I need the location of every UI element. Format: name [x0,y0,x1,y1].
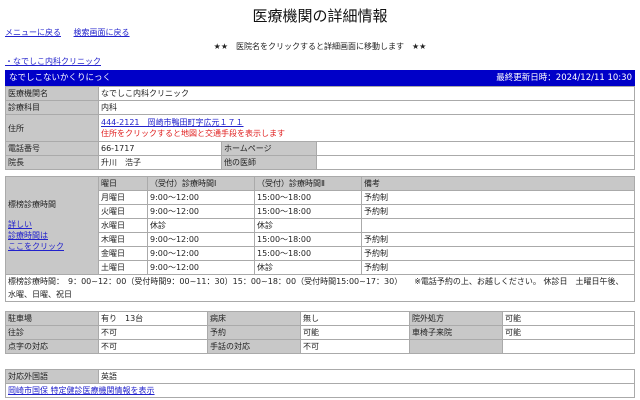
language-value: 英語 [99,370,634,383]
schedule-detail-link[interactable]: 詳しい 診療時間は ここをクリック [8,220,64,251]
day: 土曜日 [99,261,147,274]
facility-label: 駐車場 [6,312,98,325]
schedule-label-cell: 標榜診療時間 詳しい 診療時間は ここをクリック [6,177,98,274]
address-label: 住所 [6,115,98,141]
facility-row: 駐車場 有り 13台 病床 無し 院外処方 可能 [6,312,634,325]
clinic-kana: なでしこないかくりにっく [9,73,112,83]
hours-1: 9:00～12:00 [148,247,254,260]
nav-links: メニューに戻る 検索画面に戻る [5,27,140,38]
schedule-header: 備考 [362,177,634,190]
notice-text: ★★ 医院名をクリックすると詳細画面に移動します ★★ [213,42,427,51]
remarks: 予約制 [362,205,634,218]
info-table: 医療機関名 なでしこ内科クリニック 診療科目 内科 住所 444-2121 岡崎市鴨田… [5,86,635,170]
schedule-header: 曜日 [99,177,147,190]
facility-value [503,340,634,353]
back-to-menu-link[interactable]: メニューに戻る [5,28,61,37]
remarks: 予約制 [362,191,634,204]
schedule-row: 土曜日 9:00～12:00 休診 予約制 [6,261,634,274]
hours-1: 9:00～12:00 [148,191,254,204]
facility-label: 車椅子来院 [410,326,502,339]
schedule-table: 標榜診療時間 詳しい 診療時間は ここをクリック 曜日 （受付）診療時間Ⅰ （受付）… [5,176,635,302]
schedule-row: 水曜日 休診 休診 [6,219,634,232]
director-label: 院長 [6,156,98,169]
address-cell: 444-2121 岡崎市鴨田町字広元１７１ 住所をクリックすると地図と交通手段を表… [99,115,634,141]
other-doctors-value [317,156,634,169]
facility-value: 不可 [301,340,409,353]
hours-2: 15:00～18:00 [255,247,361,260]
facility-label: 院外処方 [410,312,502,325]
facility-label: 点字の対応 [6,340,98,353]
schedule-header: （受付）診療時間Ⅰ [148,177,254,190]
facility-label: 予約 [208,326,300,339]
facility-value: 可能 [503,312,634,325]
facility-value: 可能 [503,326,634,339]
director-value: 升川 浩子 [99,156,221,169]
facilities-table: 駐車場 有り 13台 病床 無し 院外処方 可能 往診 不可 予約 可能 車椅子来院 可能 点字の対… [5,311,635,354]
health-checkup-cell: 岡崎市国保 特定健診医療機関情報を表示 [6,384,634,397]
remarks: 予約制 [362,247,634,260]
page-title: 医療機関の詳細情報 [252,7,388,25]
schedule-row: 月曜日 9:00～12:00 15:00～18:00 予約制 [6,191,634,204]
tel-label: 電話番号 [6,142,98,155]
name-label: 医療機関名 [6,87,98,100]
health-checkup-link[interactable]: 岡崎市国保 特定健診医療機関情報を表示 [8,386,155,395]
facility-value: 不可 [99,326,207,339]
day: 木曜日 [99,233,147,246]
facility-value: 無し [301,312,409,325]
schedule-row: 木曜日 9:00～12:00 15:00～18:00 予約制 [6,233,634,246]
tel-value: 66-1717 [99,142,221,155]
remarks [362,219,634,232]
facility-label: 手話の対応 [208,340,300,353]
hours-1: 9:00～12:00 [148,233,254,246]
hours-1: 9:00～12:00 [148,205,254,218]
hours-2: 15:00～18:00 [255,191,361,204]
schedule-label: 標榜診療時間 [8,200,56,209]
facility-label [410,340,502,353]
homepage-value [317,142,634,155]
day: 火曜日 [99,205,147,218]
day: 月曜日 [99,191,147,204]
schedule-note: 標榜診療時間： 9：00~12：00（受付時間9：00~11：30）15：00~… [6,275,634,301]
day: 金曜日 [99,247,147,260]
clinic-name: なでしこ内科クリニック [99,87,634,100]
clinic-header-bar: なでしこないかくりにっく 最終更新日時：2024/12/11 10:30 [5,70,635,86]
facility-value: 有り 13台 [99,312,207,325]
hours-2: 休診 [255,261,361,274]
remarks: 予約制 [362,233,634,246]
hours-1: 休診 [148,219,254,232]
address-note: 住所をクリックすると地図と交通手段を表示します [101,129,285,138]
dept-label: 診療科目 [6,101,98,114]
clinic-link[interactable]: ・なでしこ内科クリニック [5,56,101,67]
facility-value: 可能 [301,326,409,339]
dept-value: 内科 [99,101,634,114]
homepage-label: ホームページ [222,142,316,155]
remarks: 予約制 [362,261,634,274]
hours-2: 15:00～18:00 [255,233,361,246]
facility-label: 往診 [6,326,98,339]
other-doctors-label: 他の医師 [222,156,316,169]
hours-1: 9:00～12:00 [148,261,254,274]
address-link[interactable]: 444-2121 岡崎市鴨田町字広元１７１ [101,118,244,127]
last-updated: 最終更新日時：2024/12/11 10:30 [496,73,632,83]
hours-2: 15:00～18:00 [255,205,361,218]
language-table: 対応外国語 英語 岡崎市国保 特定健診医療機関情報を表示 [5,369,635,398]
day: 水曜日 [99,219,147,232]
facility-value: 不可 [99,340,207,353]
schedule-row: 火曜日 9:00～12:00 15:00～18:00 予約制 [6,205,634,218]
facility-row: 往診 不可 予約 可能 車椅子来院 可能 [6,326,634,339]
language-label: 対応外国語 [6,370,98,383]
facility-row: 点字の対応 不可 手話の対応 不可 [6,340,634,353]
schedule-header: （受付）診療時間Ⅱ [255,177,361,190]
schedule-row: 金曜日 9:00～12:00 15:00～18:00 予約制 [6,247,634,260]
back-to-search-link[interactable]: 検索画面に戻る [74,28,130,37]
hours-2: 休診 [255,219,361,232]
facility-label: 病床 [208,312,300,325]
